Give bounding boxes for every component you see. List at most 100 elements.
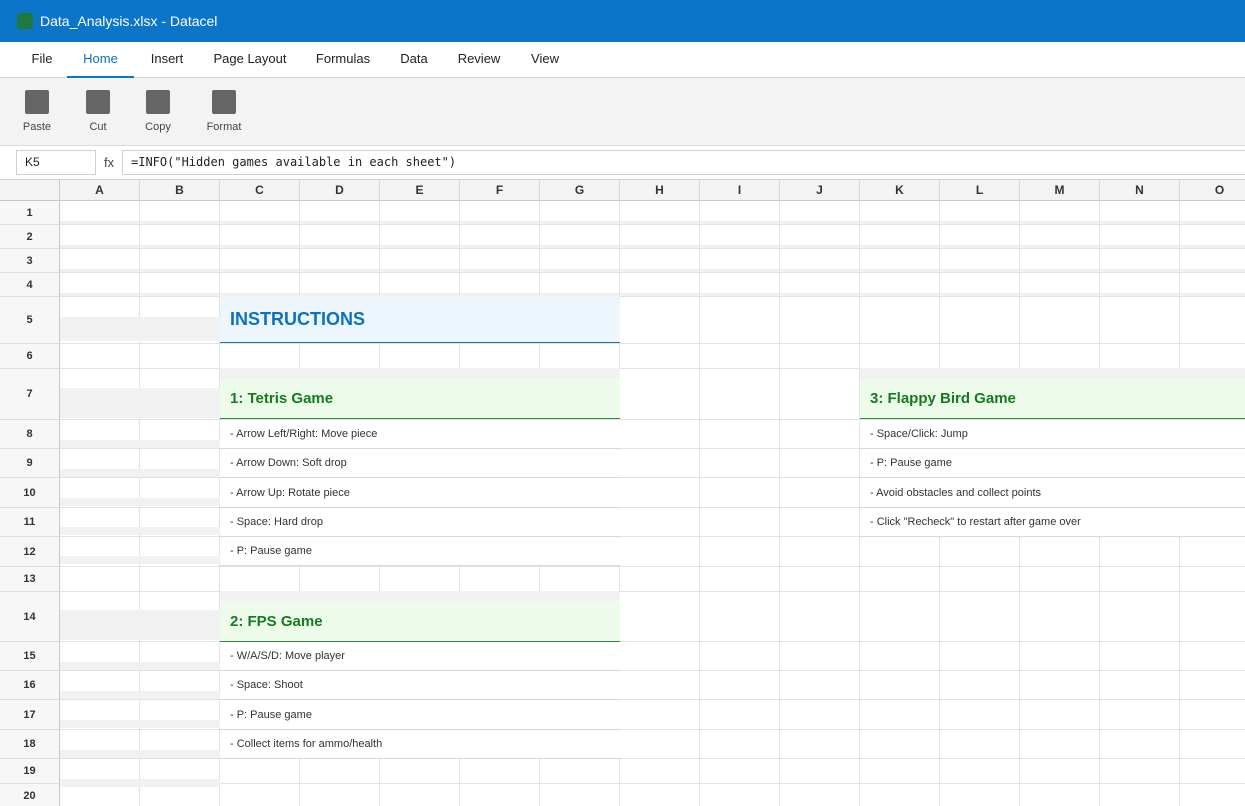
cell[interactable]	[220, 201, 300, 225]
cell[interactable]	[380, 567, 460, 592]
cell[interactable]	[620, 201, 700, 225]
cell[interactable]	[620, 344, 700, 369]
cell[interactable]	[1100, 567, 1180, 592]
cell[interactable]	[780, 700, 860, 730]
cell[interactable]	[940, 700, 1020, 730]
cell[interactable]	[700, 201, 780, 225]
cell[interactable]	[1100, 201, 1180, 225]
cell[interactable]	[700, 369, 780, 420]
cell[interactable]	[1020, 297, 1100, 344]
column-header[interactable]: F	[460, 180, 540, 201]
cell[interactable]	[780, 730, 860, 759]
tab-review[interactable]: Review	[452, 42, 506, 78]
row-header[interactable]: 4	[0, 273, 60, 297]
cell[interactable]	[860, 273, 940, 297]
cell[interactable]	[700, 508, 780, 537]
spreadsheet-grid[interactable]: A B C D E F G H I J K L M N O 1 2 3 4 5 6 7 8 9 10 11 12 13 14 15 16 17…	[0, 180, 1245, 806]
cell[interactable]	[1020, 344, 1100, 369]
cell[interactable]	[940, 592, 1020, 642]
cell[interactable]	[1100, 642, 1180, 671]
column-header[interactable]: J	[780, 180, 860, 201]
cell[interactable]	[700, 297, 780, 344]
cell[interactable]	[860, 225, 940, 249]
cell[interactable]	[780, 642, 860, 671]
tab-insert[interactable]: Insert	[142, 42, 192, 78]
cell[interactable]	[620, 592, 700, 642]
cell[interactable]	[620, 567, 700, 592]
formula-input[interactable]: =INFO("Hidden games available in each sh…	[122, 150, 1245, 175]
cell[interactable]	[380, 225, 460, 249]
cell[interactable]	[1180, 567, 1245, 592]
cell[interactable]	[1020, 249, 1100, 273]
cell[interactable]	[940, 759, 1020, 784]
cell[interactable]	[1180, 592, 1245, 642]
column-header[interactable]: N	[1100, 180, 1180, 201]
cell[interactable]	[220, 249, 300, 273]
column-header[interactable]: K	[860, 180, 940, 201]
cell[interactable]	[300, 225, 380, 249]
cut-button[interactable]: Cut	[68, 90, 128, 133]
cell[interactable]	[700, 225, 780, 249]
cell[interactable]	[540, 225, 620, 249]
cell[interactable]	[860, 297, 940, 344]
cell[interactable]	[1020, 730, 1100, 759]
cell[interactable]	[780, 369, 860, 420]
cell[interactable]	[780, 478, 860, 508]
cell[interactable]	[780, 420, 860, 449]
cell[interactable]	[1100, 273, 1180, 297]
cell[interactable]	[540, 201, 620, 225]
cell[interactable]	[1020, 700, 1100, 730]
column-header[interactable]: M	[1020, 180, 1100, 201]
cell[interactable]	[300, 201, 380, 225]
cell[interactable]	[460, 201, 540, 225]
cell[interactable]	[380, 249, 460, 273]
cell[interactable]	[540, 273, 620, 297]
cell[interactable]	[940, 784, 1020, 806]
cell[interactable]	[700, 730, 780, 759]
row-header[interactable]: 20	[0, 784, 60, 806]
cell[interactable]	[1100, 759, 1180, 784]
row-header[interactable]: 6	[0, 344, 60, 369]
cell[interactable]	[860, 344, 940, 369]
cell[interactable]	[1100, 671, 1180, 700]
cell[interactable]	[780, 201, 860, 225]
cell[interactable]	[380, 784, 460, 806]
cell[interactable]	[700, 592, 780, 642]
cell[interactable]	[940, 225, 1020, 249]
column-header[interactable]: I	[700, 180, 780, 201]
row-header[interactable]: 16	[0, 671, 60, 700]
tab-formulas[interactable]: Formulas	[310, 42, 376, 78]
row-header[interactable]: 18	[0, 730, 60, 759]
cell[interactable]	[700, 642, 780, 671]
cell[interactable]	[1100, 700, 1180, 730]
cell[interactable]	[1020, 784, 1100, 806]
row-header[interactable]: 11	[0, 508, 60, 537]
cell[interactable]	[380, 201, 460, 225]
cell[interactable]	[860, 592, 940, 642]
cell[interactable]	[780, 249, 860, 273]
cell[interactable]	[220, 784, 300, 806]
cell[interactable]	[940, 671, 1020, 700]
cell[interactable]	[700, 449, 780, 478]
row-header[interactable]: 15	[0, 642, 60, 671]
column-header[interactable]: L	[940, 180, 1020, 201]
cell[interactable]	[860, 537, 940, 567]
cell[interactable]	[1100, 225, 1180, 249]
column-header[interactable]: E	[380, 180, 460, 201]
cell[interactable]	[860, 567, 940, 592]
cell[interactable]	[1020, 759, 1100, 784]
cell[interactable]	[1100, 537, 1180, 567]
cell[interactable]	[860, 730, 940, 759]
cell[interactable]	[620, 671, 700, 700]
cell[interactable]	[940, 730, 1020, 759]
cell-reference-box[interactable]: K5	[16, 150, 96, 175]
column-header[interactable]: D	[300, 180, 380, 201]
cell[interactable]	[460, 784, 540, 806]
cell[interactable]	[1180, 537, 1245, 567]
select-all-corner[interactable]	[0, 180, 60, 201]
tab-home[interactable]: Home	[67, 42, 134, 78]
row-header[interactable]: 13	[0, 567, 60, 592]
row-header[interactable]: 5	[0, 297, 60, 344]
column-header[interactable]: C	[220, 180, 300, 201]
cell[interactable]	[220, 225, 300, 249]
